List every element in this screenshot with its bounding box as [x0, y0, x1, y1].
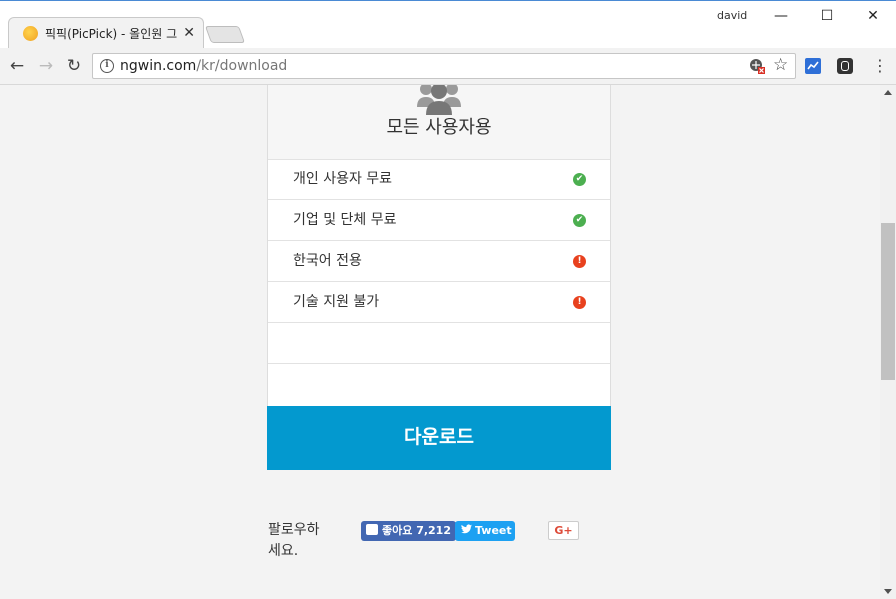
new-tab-button[interactable]: [204, 26, 246, 43]
url-path: /kr/download: [196, 58, 288, 74]
feature-label: 기술 지원 불가: [293, 294, 380, 310]
url-text[interactable]: ngwin.com/kr/download: [120, 58, 287, 74]
reload-button[interactable]: ↻: [63, 55, 85, 77]
google-plus-button[interactable]: G+: [548, 521, 579, 540]
page-info-icon[interactable]: i: [100, 59, 114, 73]
picpick-favicon-icon: [23, 26, 38, 41]
users-group-icon: [417, 85, 461, 115]
maximize-button[interactable]: ☐: [812, 4, 842, 28]
tweet-label: Tweet: [475, 524, 512, 537]
check-circle-icon: ✔: [573, 173, 586, 186]
page-viewport: 모든 사용자용 개인 사용자 무료 ✔ 기업 및 단체 무료 ✔ 한국어 전용 …: [0, 85, 880, 599]
feature-row: 기술 지원 불가 !: [268, 282, 610, 323]
plan-title: 모든 사용자용: [386, 117, 492, 138]
facebook-like-count: 좋아요 7,212: [382, 524, 451, 537]
page-scrollbar[interactable]: [880, 85, 896, 599]
address-bar[interactable]: i ngwin.com/kr/download ☆: [92, 53, 796, 79]
plan-card-header: 모든 사용자용: [268, 85, 610, 160]
scroll-down-arrow-icon[interactable]: [884, 589, 892, 594]
empty-feature-row: [268, 364, 610, 405]
download-button[interactable]: 다운로드: [267, 406, 611, 470]
browser-titlebar: 픽픽(PicPick) - 올인원 그 ✕ david — ☐ ✕: [0, 0, 896, 48]
bookmark-star-icon[interactable]: ☆: [773, 55, 788, 75]
check-circle-icon: ✔: [573, 214, 586, 227]
twitter-bird-icon: [461, 521, 472, 541]
browser-tab[interactable]: 픽픽(PicPick) - 올인원 그 ✕: [8, 17, 204, 48]
close-window-button[interactable]: ✕: [858, 4, 888, 28]
back-button[interactable]: ←: [6, 55, 28, 77]
url-host: ngwin.com: [120, 58, 197, 74]
profile-name[interactable]: david: [717, 9, 747, 22]
facebook-like-button[interactable]: 좋아요 7,212: [361, 521, 456, 541]
empty-feature-row: [268, 323, 610, 364]
scroll-up-arrow-icon[interactable]: [884, 90, 892, 95]
feature-label: 기업 및 단체 무료: [293, 212, 397, 228]
tab-title: 픽픽(PicPick) - 올인원 그: [45, 27, 178, 41]
window-top-border: [0, 0, 896, 1]
browser-toolbar: ← → ↻ i ngwin.com/kr/download ☆ ⋮: [0, 48, 896, 85]
tab-close-icon[interactable]: ✕: [183, 24, 195, 42]
scrollbar-thumb[interactable]: [881, 223, 895, 380]
exclamation-circle-icon: !: [573, 296, 586, 309]
blocked-content-icon[interactable]: [749, 58, 765, 74]
menu-dots-icon[interactable]: ⋮: [872, 56, 888, 76]
tweet-button[interactable]: Tweet: [455, 521, 515, 541]
feature-row: 한국어 전용 !: [268, 241, 610, 282]
feature-label: 개인 사용자 무료: [293, 171, 393, 187]
feature-label: 한국어 전용: [293, 253, 362, 269]
exclamation-circle-icon: !: [573, 255, 586, 268]
feature-row: 개인 사용자 무료 ✔: [268, 159, 610, 200]
follow-label: 팔로우하세요.: [268, 522, 320, 559]
forward-button[interactable]: →: [35, 55, 57, 77]
minimize-button[interactable]: —: [766, 4, 796, 28]
chart-extension-icon[interactable]: [805, 58, 821, 74]
thumbs-up-icon: [366, 524, 378, 535]
feature-row: 기업 및 단체 무료 ✔: [268, 200, 610, 241]
lightbulb-extension-icon[interactable]: [837, 58, 853, 74]
